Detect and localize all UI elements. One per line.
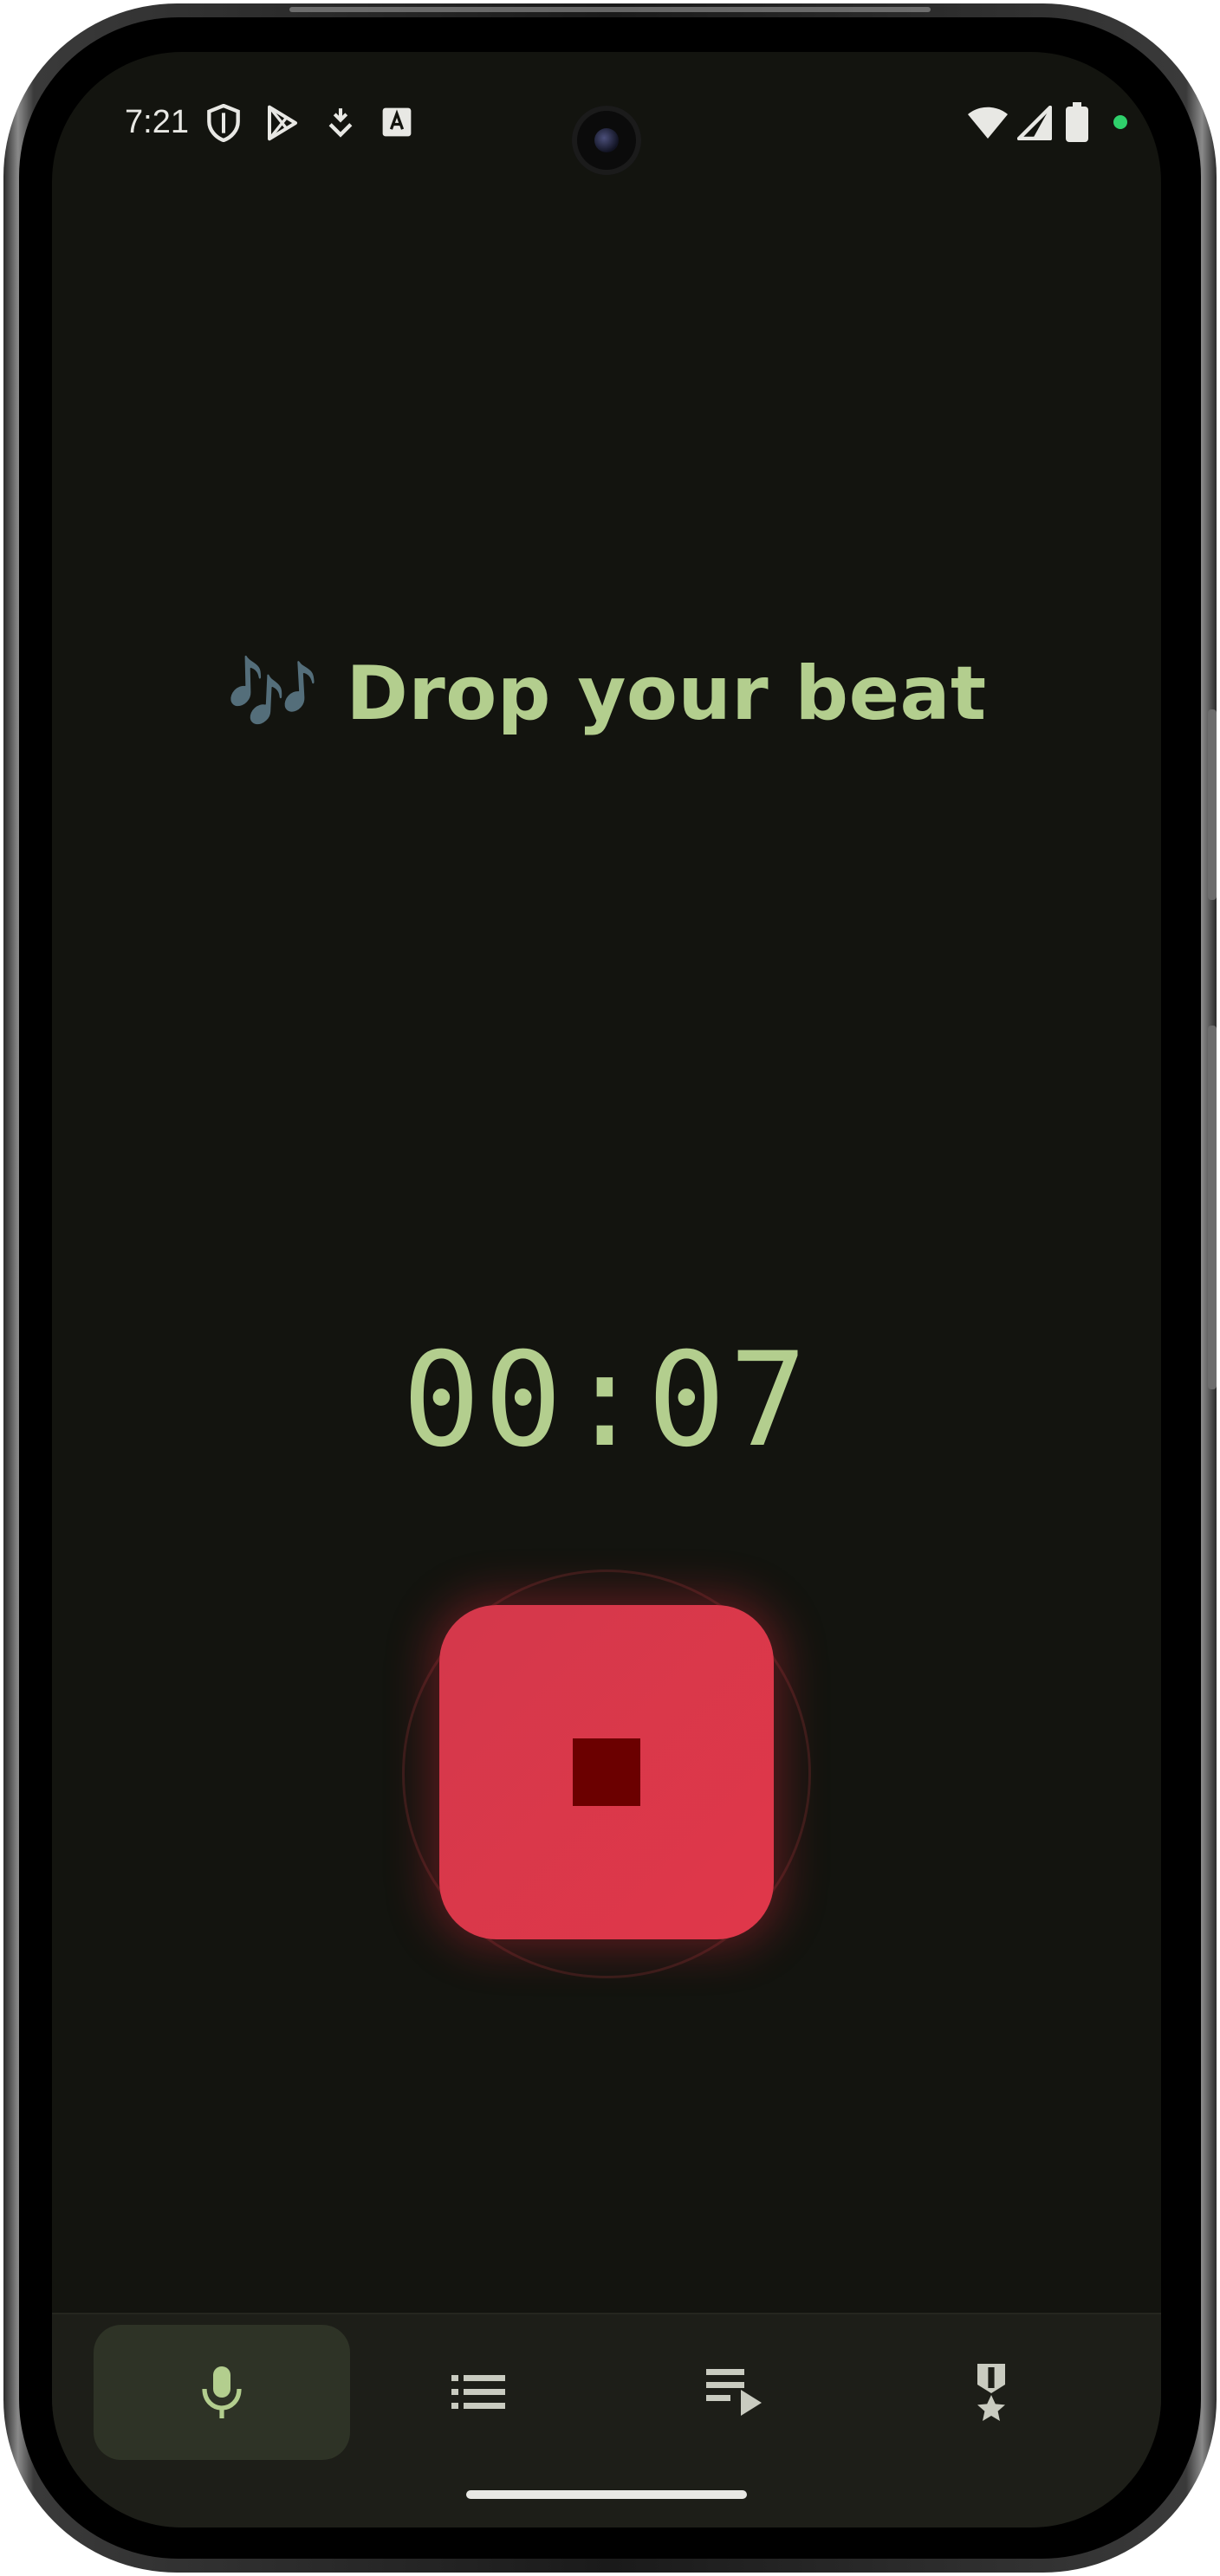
medal-icon [974,2364,1009,2421]
status-time: 7:21 [125,104,189,140]
playlist-play-icon [706,2369,763,2416]
signal-icon [1016,105,1053,145]
power-button [1208,1026,1217,1389]
download-icon [326,104,355,146]
frame-top-edge [289,7,931,12]
play-store-icon [265,104,300,146]
list-icon [451,2375,505,2410]
stop-icon [573,1738,640,1806]
nav-achievements[interactable] [863,2325,1119,2460]
nav-playlist[interactable] [607,2325,863,2460]
mic-icon [199,2365,244,2420]
home-indicator[interactable] [466,2490,747,2499]
font-icon [381,104,412,145]
wifi-icon [967,106,1009,145]
status-bar: 7:21 [52,52,1161,182]
recording-timer: 00:07 [402,1325,811,1476]
title-text: Drop your beat [346,650,987,737]
nav-record[interactable] [94,2325,350,2460]
front-camera [572,106,641,175]
volume-button [1208,709,1217,900]
privacy-dot-icon [1113,114,1128,134]
nav-recordings-list[interactable] [350,2325,607,2460]
app-screen: 7:21 🎶 Drop your beat 00:07 [52,52,1161,2527]
shield-icon [206,103,241,146]
battery-icon [1066,102,1088,146]
music-notes-icon: 🎶 [226,650,320,737]
page-title: 🎶 Drop your beat [52,650,1161,737]
stop-recording-button[interactable] [439,1605,774,1939]
